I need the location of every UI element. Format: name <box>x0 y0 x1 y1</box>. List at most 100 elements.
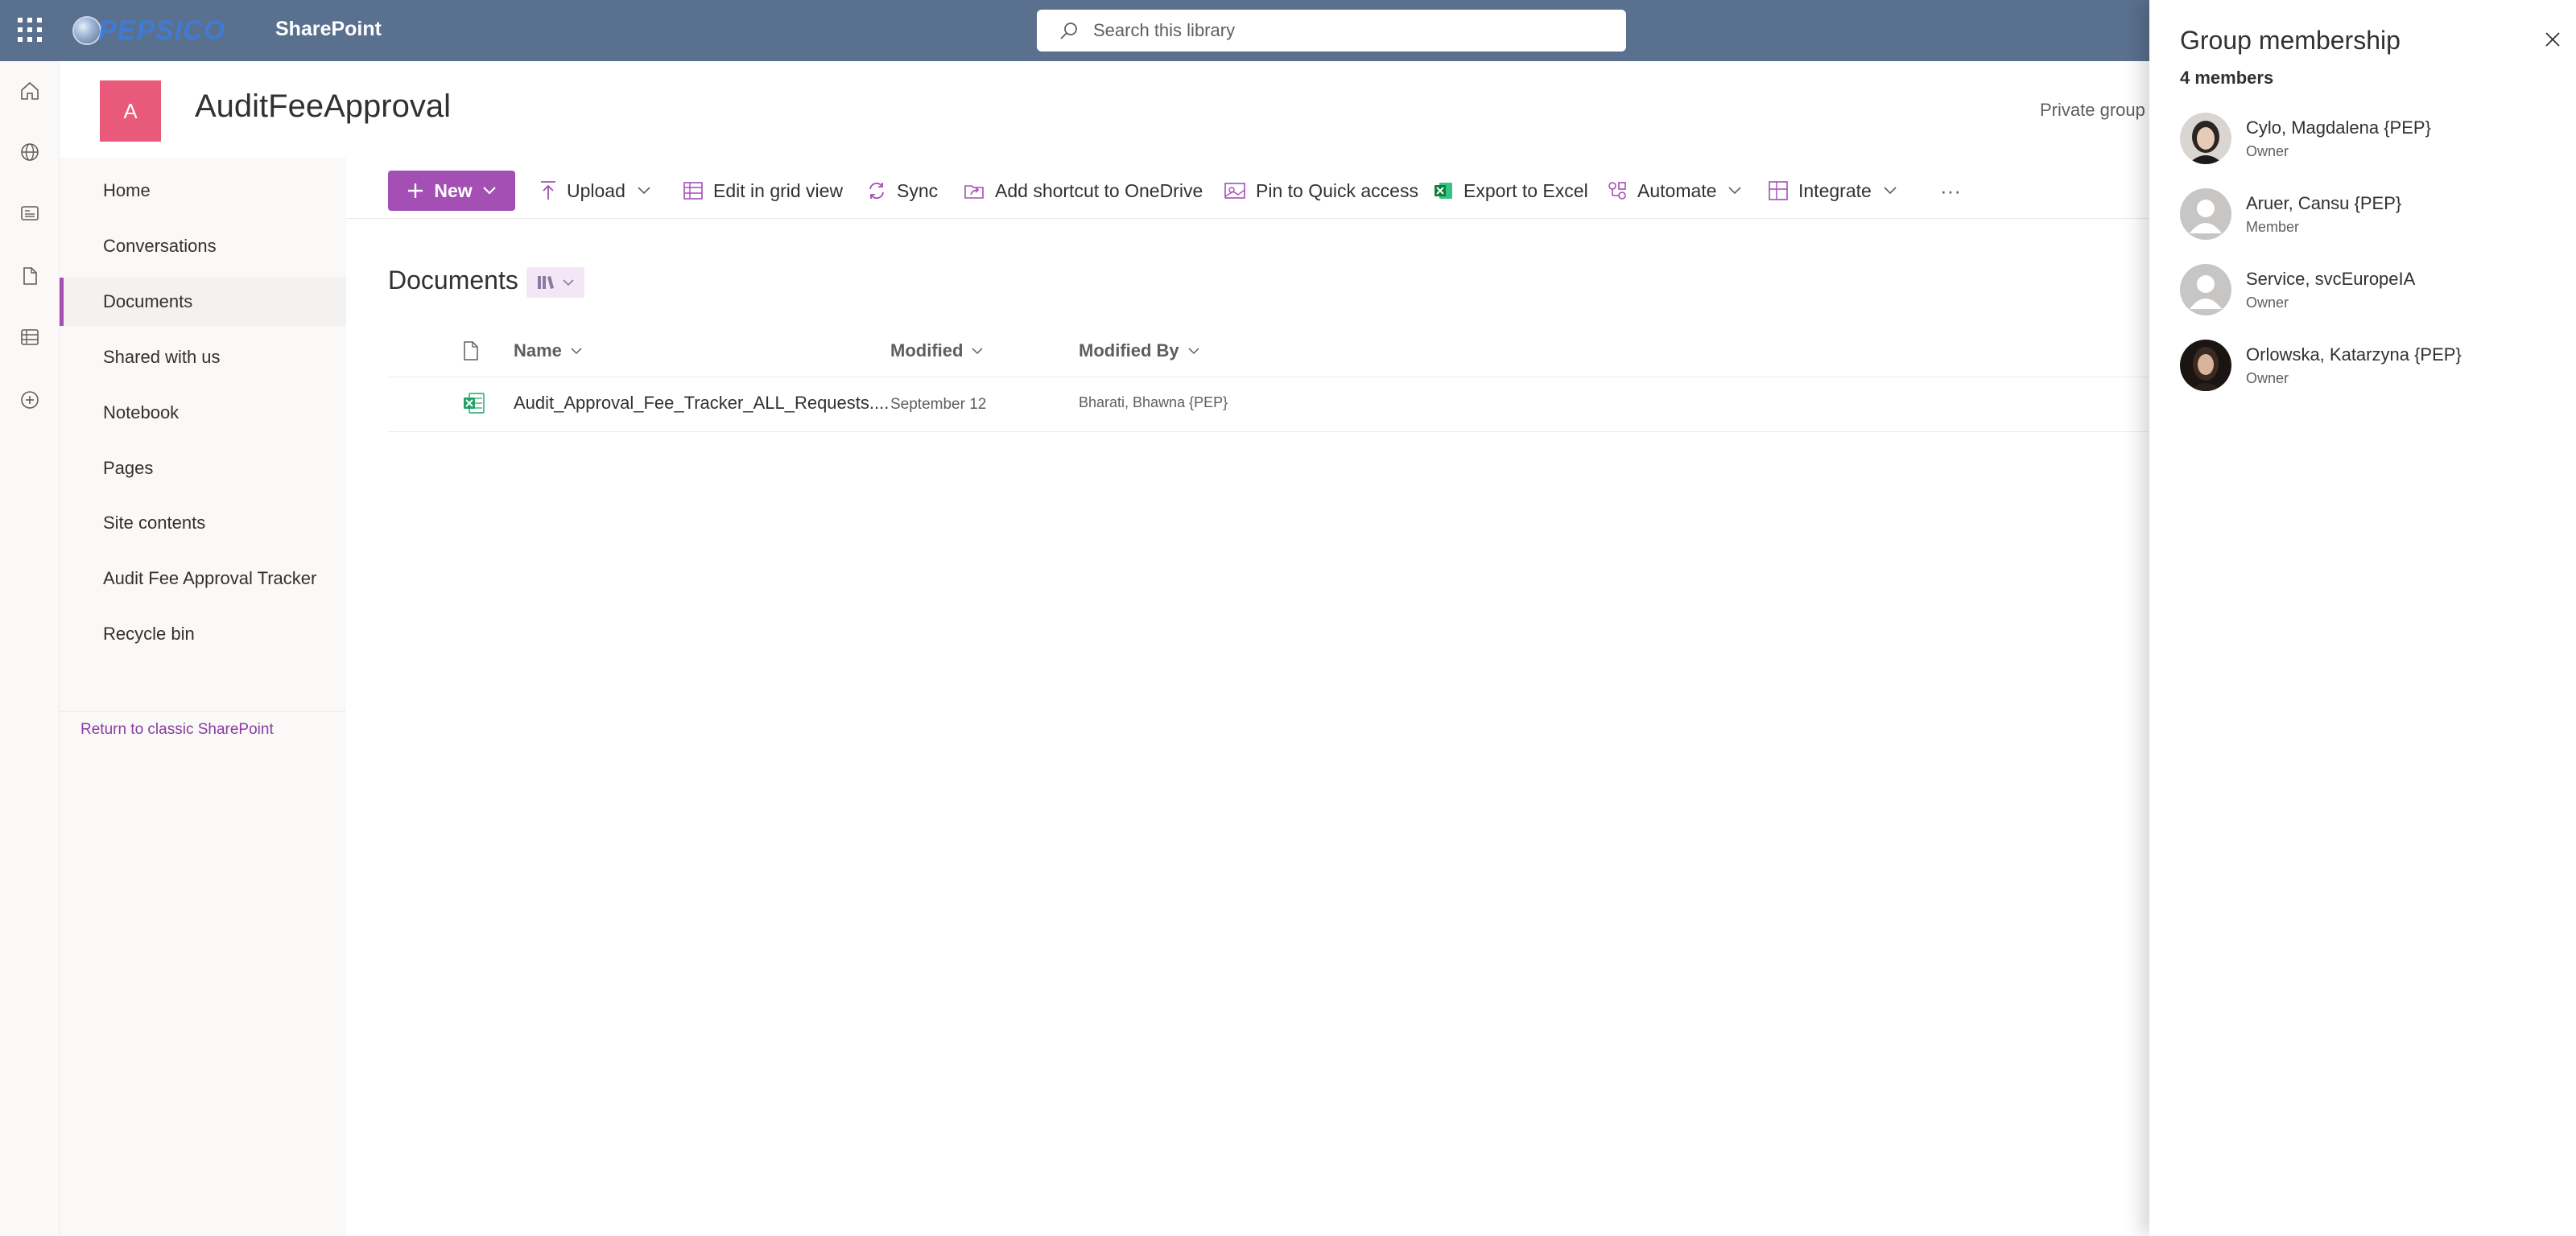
member-role: Owner <box>2246 143 2289 159</box>
modified-column-label: Modified <box>890 340 964 360</box>
member-name: Orlowska, Katarzyna {PEP} <box>2246 344 2462 365</box>
member-item[interactable]: Service, svcEuropeIA Owner <box>2180 264 2550 322</box>
command-bar: New Upload Edit in grid view Sync Add sh… <box>346 161 2149 219</box>
new-button[interactable]: New <box>388 171 515 211</box>
chevron-down-icon <box>571 348 582 355</box>
new-button-label: New <box>434 179 473 201</box>
automate-icon <box>1608 182 1626 200</box>
file-icon[interactable] <box>16 262 43 290</box>
nav-item-conversations[interactable]: Conversations <box>60 222 346 270</box>
member-name: Service, svcEuropeIA <box>2246 269 2416 289</box>
nav-item-site-contents[interactable]: Site contents <box>60 499 346 547</box>
nav-item-shared-with-us[interactable]: Shared with us <box>60 333 346 381</box>
nav-item-label: Audit Fee Approval Tracker <box>103 568 317 588</box>
member-role: Owner <box>2246 295 2289 311</box>
nav-item-label: Pages <box>103 458 154 478</box>
file-name-link[interactable]: Audit_Approval_Fee_Tracker_ALL_Requests.… <box>514 393 889 414</box>
automate-button[interactable]: Automate <box>1607 171 1742 211</box>
nav-item-pages[interactable]: Pages <box>60 444 346 492</box>
site-logo[interactable]: A <box>100 80 161 142</box>
pepsi-globe-icon <box>72 16 101 45</box>
file-modified-date: September 12 <box>890 396 987 413</box>
member-item[interactable]: Orlowska, Katarzyna {PEP} Owner <box>2180 340 2550 398</box>
app-name[interactable]: SharePoint <box>275 18 382 41</box>
upload-icon <box>541 181 555 200</box>
excel-icon <box>1435 183 1452 199</box>
site-title[interactable]: AuditFeeApproval <box>195 89 451 125</box>
library-view-icon <box>538 276 554 289</box>
modified-by-column-header[interactable]: Modified By <box>1079 336 1200 365</box>
edit-in-grid-view-button[interactable]: Edit in grid view <box>683 171 843 211</box>
chevron-down-icon <box>563 279 574 286</box>
export-to-excel-button[interactable]: Export to Excel <box>1433 171 1588 211</box>
pin-icon <box>1224 183 1245 199</box>
chevron-down-icon <box>1188 348 1199 355</box>
export-to-excel-label: Export to Excel <box>1463 179 1588 201</box>
search-icon <box>1060 23 1077 39</box>
group-membership-panel: Group membership 4 members Cylo, Magdale… <box>2149 0 2576 1236</box>
automate-label: Automate <box>1637 179 1717 201</box>
nav-item-label: Documents <box>103 291 193 311</box>
nav-divider <box>60 711 346 712</box>
file-modified-by[interactable]: Bharati, Bhawna {PEP} <box>1079 394 1228 411</box>
add-shortcut-label: Add shortcut to OneDrive <box>995 179 1203 201</box>
view-switcher-button[interactable] <box>526 267 584 298</box>
upload-button[interactable]: Upload <box>539 171 651 211</box>
member-item[interactable]: Cylo, Magdalena {PEP} Owner <box>2180 113 2550 171</box>
company-logo[interactable]: PEPSICO <box>72 11 225 50</box>
more-options-button[interactable]: ··· <box>1940 171 1961 211</box>
app-launcher-icon[interactable] <box>18 18 42 42</box>
file-type-column-header[interactable] <box>462 336 480 365</box>
member-name: Cylo, Magdalena {PEP} <box>2246 117 2431 138</box>
nav-item-label: Notebook <box>103 402 180 422</box>
pin-to-quick-access-label: Pin to Quick access <box>1256 179 1418 201</box>
logo-text: PEPSICO <box>98 14 226 46</box>
avatar <box>2180 340 2231 391</box>
integrate-icon <box>1769 181 1788 200</box>
grid-icon <box>683 182 703 200</box>
plus-icon <box>408 183 423 198</box>
name-column-header[interactable]: Name <box>514 336 583 365</box>
globe-icon[interactable] <box>16 138 43 166</box>
nav-item-label: Conversations <box>103 236 217 256</box>
search-input[interactable] <box>1093 20 1576 41</box>
search-box[interactable] <box>1037 10 1626 52</box>
nav-item-notebook[interactable]: Notebook <box>60 389 346 437</box>
pin-to-quick-access-button[interactable]: Pin to Quick access <box>1224 171 1418 211</box>
sync-button[interactable]: Sync <box>866 171 938 211</box>
chevron-down-icon <box>638 187 650 195</box>
close-icon[interactable] <box>2541 27 2565 52</box>
row-divider <box>388 431 2149 432</box>
member-item[interactable]: Aruer, Cansu {PEP} Member <box>2180 188 2550 246</box>
return-to-classic-link[interactable]: Return to classic SharePoint <box>80 721 274 739</box>
avatar <box>2180 188 2231 240</box>
chevron-down-icon <box>1728 187 1742 195</box>
home-icon[interactable] <box>16 77 43 105</box>
nav-item-recycle-bin[interactable]: Recycle bin <box>60 610 346 658</box>
add-shortcut-button[interactable]: Add shortcut to OneDrive <box>963 171 1203 211</box>
privacy-label: Private group <box>2040 100 2145 120</box>
left-navigation: Home Conversations Documents Shared with… <box>60 158 346 1236</box>
modified-column-header[interactable]: Modified <box>890 336 984 365</box>
chevron-down-icon <box>972 348 983 355</box>
nav-item-audit-fee-approval-tracker[interactable]: Audit Fee Approval Tracker <box>60 554 346 603</box>
nav-item-documents[interactable]: Documents <box>60 278 346 326</box>
nav-item-label: Shared with us <box>103 347 221 367</box>
shortcut-icon <box>964 185 984 199</box>
nav-item-home[interactable]: Home <box>60 167 346 215</box>
member-count: 4 members <box>2180 68 2274 88</box>
excel-file-icon <box>464 393 485 414</box>
create-icon[interactable] <box>16 386 43 414</box>
library-title: Documents <box>388 266 518 295</box>
panel-title: Group membership <box>2180 26 2401 55</box>
integrate-label: Integrate <box>1798 179 1872 201</box>
modified-by-column-label: Modified By <box>1079 340 1179 360</box>
name-column-label: Name <box>514 340 562 360</box>
nav-item-label: Site contents <box>103 513 206 533</box>
avatar <box>2180 264 2231 315</box>
integrate-button[interactable]: Integrate <box>1768 171 1897 211</box>
lists-icon[interactable] <box>16 323 43 351</box>
news-icon[interactable] <box>16 200 43 227</box>
nav-item-label: Recycle bin <box>103 624 195 644</box>
sync-label: Sync <box>897 179 939 201</box>
